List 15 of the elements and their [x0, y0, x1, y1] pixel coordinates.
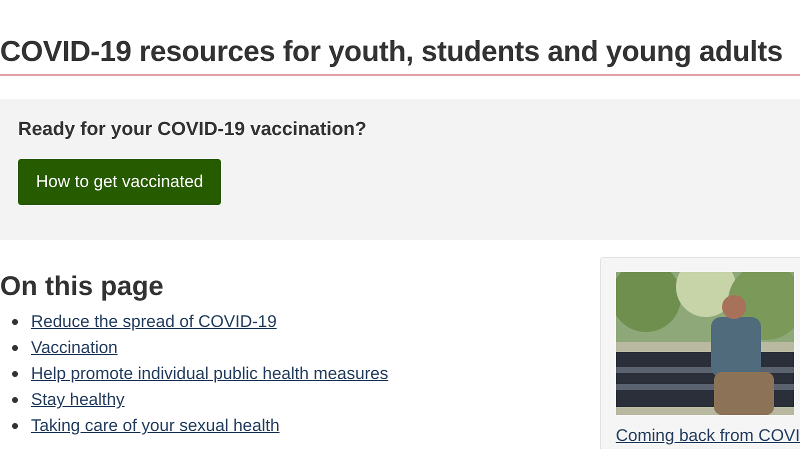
page-link[interactable]: Taking care of your sexual health [31, 413, 280, 439]
page-link[interactable]: Help promote individual public health measures [31, 361, 388, 387]
vaccination-button[interactable]: How to get vaccinated [18, 159, 222, 205]
bullet-icon [12, 345, 18, 351]
bullet-icon [12, 371, 18, 377]
bullet-icon [12, 423, 18, 429]
section-heading: On this page [0, 270, 164, 303]
bullet-icon [12, 319, 18, 325]
page-link[interactable]: Vaccination [31, 335, 118, 361]
callout-heading: Ready for your COVID-19 vaccination? [18, 118, 366, 142]
page-title: COVID-19 resources for youth, students and young adults [0, 35, 784, 70]
page-link[interactable]: Stay healthy [31, 387, 125, 413]
bullet-icon [12, 397, 18, 403]
video-link[interactable]: Coming back from COVI [616, 423, 800, 448]
page-link[interactable]: Reduce the spread of COVID-19 [31, 309, 277, 335]
